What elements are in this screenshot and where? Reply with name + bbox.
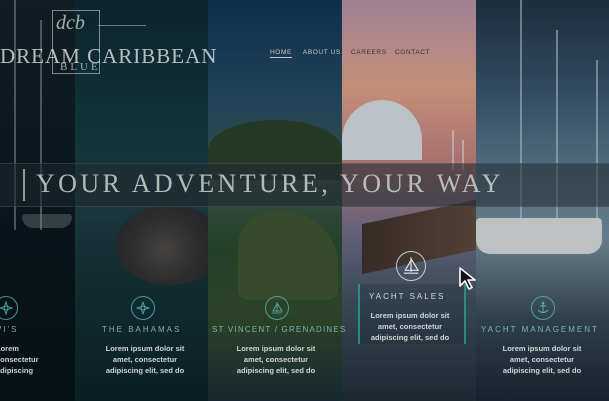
main-nav: HOME ABOUT US	[270, 49, 341, 58]
hero-accent-bar	[23, 169, 25, 201]
anchor-icon	[531, 296, 555, 320]
nav-about[interactable]: ABOUT US	[303, 49, 341, 58]
mouse-pointer-icon	[458, 266, 480, 297]
card-body-yacht-sales: Lorem ipsum dolor sit amet, consectetur …	[370, 311, 450, 342]
brand-sub: BLUE	[60, 61, 101, 73]
hero-headline: YOUR ADVENTURE, YOUR WAY	[36, 169, 504, 198]
logo-monogram: dcb	[56, 12, 85, 34]
sailboat-icon	[265, 296, 289, 320]
compass-icon	[131, 296, 155, 320]
card-title-st-vincent: ST VINCENT / GRENADINES	[212, 325, 347, 334]
brand-name: DREAM CARIBBEAN	[0, 44, 218, 68]
card-title-bahamas: THE BAHAMAS	[102, 325, 182, 334]
card-body-yacht-management: Lorem ipsum dolor sit amet, consectetur …	[502, 344, 582, 375]
nav-contact[interactable]: CONTACT	[395, 49, 430, 56]
card-body-bvi: Lorem consectetur adipiscing	[0, 344, 39, 375]
logo-line	[98, 25, 146, 26]
card-body-st-vincent: Lorem ipsum dolor sit amet, consectetur …	[236, 344, 316, 375]
nav-careers[interactable]: CAREERS	[351, 49, 387, 56]
card-title-bvi: VI'S	[0, 325, 19, 334]
sailboat-icon	[396, 251, 426, 281]
card-title-yacht-management: YACHT MANAGEMENT	[481, 325, 599, 334]
card-body-bahamas: Lorem ipsum dolor sit amet, consectetur …	[105, 344, 185, 375]
nav-home[interactable]: HOME	[270, 49, 292, 58]
card-title-yacht-sales: YACHT SALES	[369, 292, 446, 301]
